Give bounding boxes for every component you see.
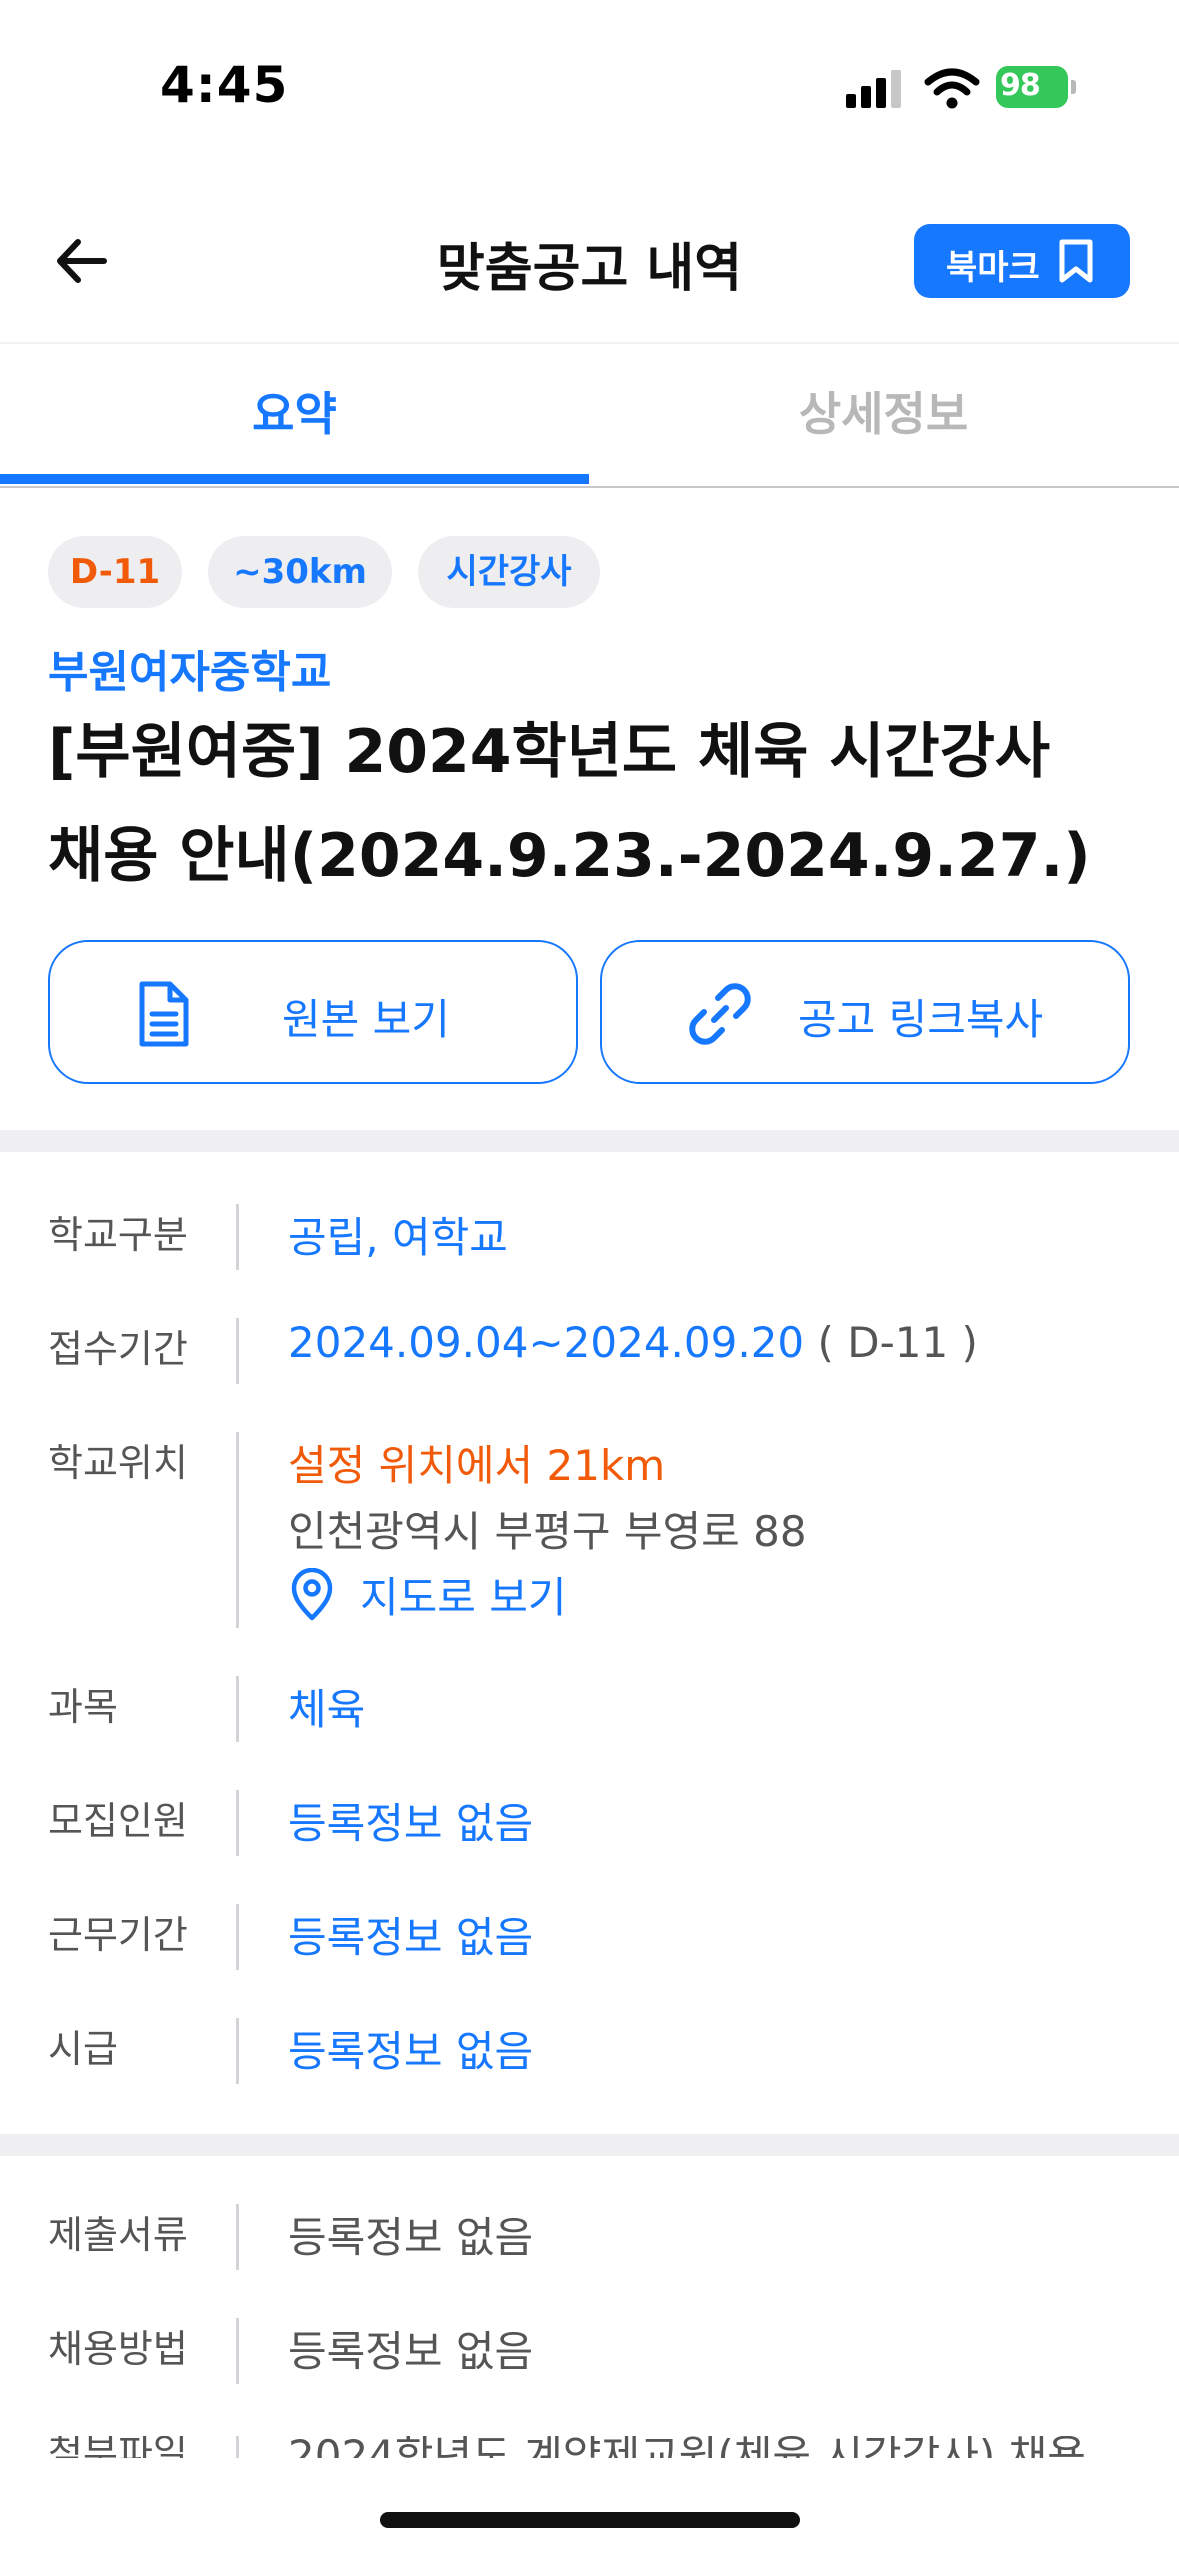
info-label: 접수기간 [48, 1327, 188, 1371]
info-divider [236, 1318, 239, 1384]
link-icon [689, 983, 751, 1045]
status-time: 4:45 [160, 56, 289, 114]
info-value[interactable]: 2024학년도 계약제교원(체육 시간강사) 채용 [288, 2436, 1086, 2458]
info-value: 체육 [288, 1685, 366, 1734]
bookmark-button[interactable]: 북마크 [914, 224, 1130, 298]
document-icon [139, 981, 189, 1047]
info-value: 등록정보 없음 [288, 2213, 534, 2262]
tab-summary[interactable]: 요약 [0, 344, 589, 488]
info-value: 2024.09.04~2024.09.20 ( D-11 ) [288, 1318, 978, 1367]
info-label: 학교위치 [48, 1441, 188, 1485]
job-title: [부원여중] 2024학년도 체육 시간강사 채용 안내(2024.9.23.-… [48, 700, 1148, 908]
info-value: 등록정보 없음 [288, 2027, 534, 2076]
job-title-line-2: 채용 안내(2024.9.23.-2024.9.27.) [48, 821, 1091, 891]
battery-level: 98 [1000, 68, 1041, 103]
info-divider [236, 2318, 239, 2384]
tab-baseline [0, 486, 1179, 488]
chip-d-day: D-11 [48, 536, 182, 608]
chip-distance: ~30km [208, 536, 392, 608]
info-label: 근무기간 [48, 1913, 188, 1957]
info-divider [236, 1432, 239, 1628]
tab-bar: 요약 상세정보 [0, 344, 1179, 488]
view-map-label: 지도로 보기 [360, 1573, 567, 1622]
info-divider [236, 1904, 239, 1970]
info-divider [236, 1204, 239, 1270]
tab-details-label: 상세정보 [798, 387, 969, 441]
section-divider [0, 1130, 1179, 1152]
info-label: 과목 [48, 1685, 118, 1729]
tab-summary-label: 요약 [252, 387, 337, 441]
chip-position-type: 시간강사 [418, 536, 600, 608]
info-label: 제출서류 [48, 2213, 188, 2257]
bookmark-icon [1059, 239, 1093, 283]
info-divider [236, 2436, 239, 2458]
info-divider [236, 1676, 239, 1742]
app-header: 맞춤공고 내역 북마크 [0, 200, 1179, 342]
copy-link-label: 공고 링크복사 [798, 995, 1044, 1044]
location-distance: 설정 위치에서 21km [288, 1441, 666, 1490]
info-value: 등록정보 없음 [288, 2327, 534, 2376]
view-original-label: 원본 보기 [282, 995, 450, 1044]
cellular-signal-icon [846, 70, 902, 108]
tab-details[interactable]: 상세정보 [589, 344, 1178, 488]
reception-d-day: ( D-11 ) [817, 1318, 978, 1367]
status-bar: 4:45 98 [0, 0, 1179, 170]
info-divider [236, 2204, 239, 2270]
info-label: 시급 [48, 2027, 118, 2071]
info-label: 채용방법 [48, 2327, 188, 2371]
job-title-line-1: [부원여중] 2024학년도 체육 시간강사 [48, 717, 1051, 787]
info-divider [236, 2018, 239, 2084]
info-value: 등록정보 없음 [288, 1913, 534, 1962]
wifi-icon [924, 68, 980, 109]
info-divider [236, 1790, 239, 1856]
school-name: 부원여자중학교 [48, 647, 332, 698]
view-original-button[interactable]: 원본 보기 [48, 940, 578, 1084]
tab-active-indicator [0, 474, 589, 484]
home-indicator [380, 2512, 800, 2528]
copy-link-button[interactable]: 공고 링크복사 [600, 940, 1130, 1084]
battery-icon: 98 [996, 66, 1076, 108]
reception-dates: 2024.09.04~2024.09.20 [288, 1318, 805, 1367]
info-label: 학교구분 [48, 1213, 188, 1257]
info-value: 공립, 여학교 [288, 1213, 508, 1262]
section-divider [0, 2134, 1179, 2156]
info-label: 모집인원 [48, 1799, 188, 1843]
map-pin-icon [291, 1568, 333, 1621]
info-row-attachment: 첨부파일 2024학년도 계약제교원(체육 시간강사) 채용 [0, 2436, 1179, 2458]
location-address: 인천광역시 부평구 부영로 88 [288, 1507, 807, 1556]
bookmark-label: 북마크 [946, 248, 1040, 288]
info-value: 등록정보 없음 [288, 1799, 534, 1848]
info-label: 첨부파일 [48, 2436, 188, 2458]
